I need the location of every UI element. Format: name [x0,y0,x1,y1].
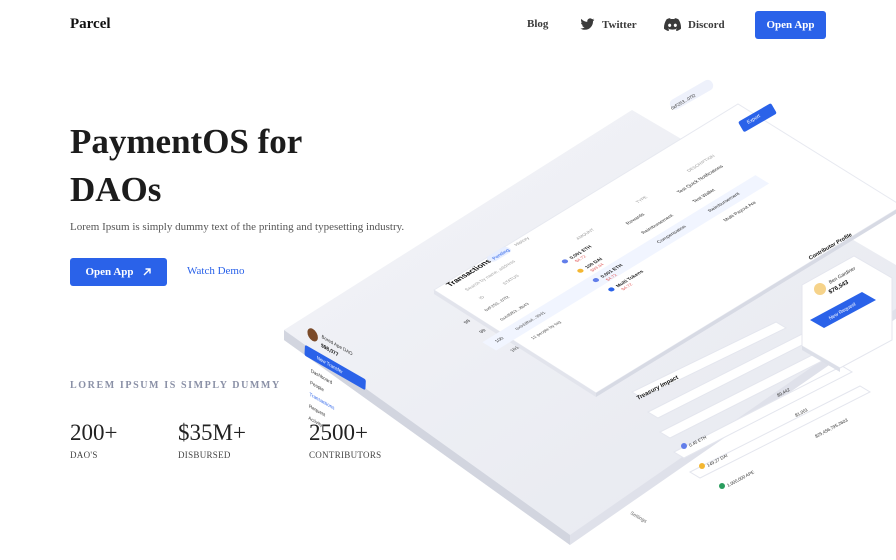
watch-demo-link[interactable]: Watch Demo [187,265,244,277]
stats-eyebrow: LOREM IPSUM IS SIMPLY DUMMY [70,380,281,391]
nav-link-discord-label: Discord [688,18,725,31]
app-mockup-svg: Bored Ape DAO $98,077 New Transfer Dashb… [284,79,896,545]
stat-daos: 200+ DAO'S [70,420,117,460]
nav-link-twitter-label: Twitter [602,18,637,31]
profile-avatar [814,283,826,295]
sidebar-item-request[interactable]: Request [309,403,326,419]
stat-disbursed: $35M+ DISBURSED [178,420,246,460]
open-app-hero-label: Open App [85,266,134,278]
logo[interactable]: Parcel [70,16,111,33]
sidebar-item-settings[interactable]: Settings [629,511,648,525]
discord-icon [664,18,681,31]
arrow-up-right-icon [143,268,151,276]
stat-value: 200+ [70,420,118,445]
hero-title-line2: DAOs [70,170,162,209]
nav-link-twitter[interactable]: Twitter [580,18,637,31]
sidebar-item-activity[interactable]: Activity [308,415,323,429]
treasury-line: 1,000,000 APE [726,469,755,488]
nav-link-blog[interactable]: Blog [527,18,548,30]
stat-value: $35M+ [178,420,246,445]
stat-label: DISBURSED [178,450,231,460]
nav-link-blog-label: Blog [527,18,549,30]
nav-link-discord[interactable]: Discord [664,18,725,31]
treasury-value: $25,456,795.2603 [814,417,849,439]
sidebar-item-people[interactable]: People [310,380,324,394]
stat-label: DAO'S [70,450,98,460]
hero-title-line1: PaymentOS for [70,122,303,161]
app-mockup-illustration: Bored Ape DAO $98,077 New Transfer Dashb… [270,40,896,560]
twitter-icon [580,18,595,30]
open-app-hero-button[interactable]: Open App [70,258,167,286]
open-app-nav-button[interactable]: Open App [755,11,826,39]
